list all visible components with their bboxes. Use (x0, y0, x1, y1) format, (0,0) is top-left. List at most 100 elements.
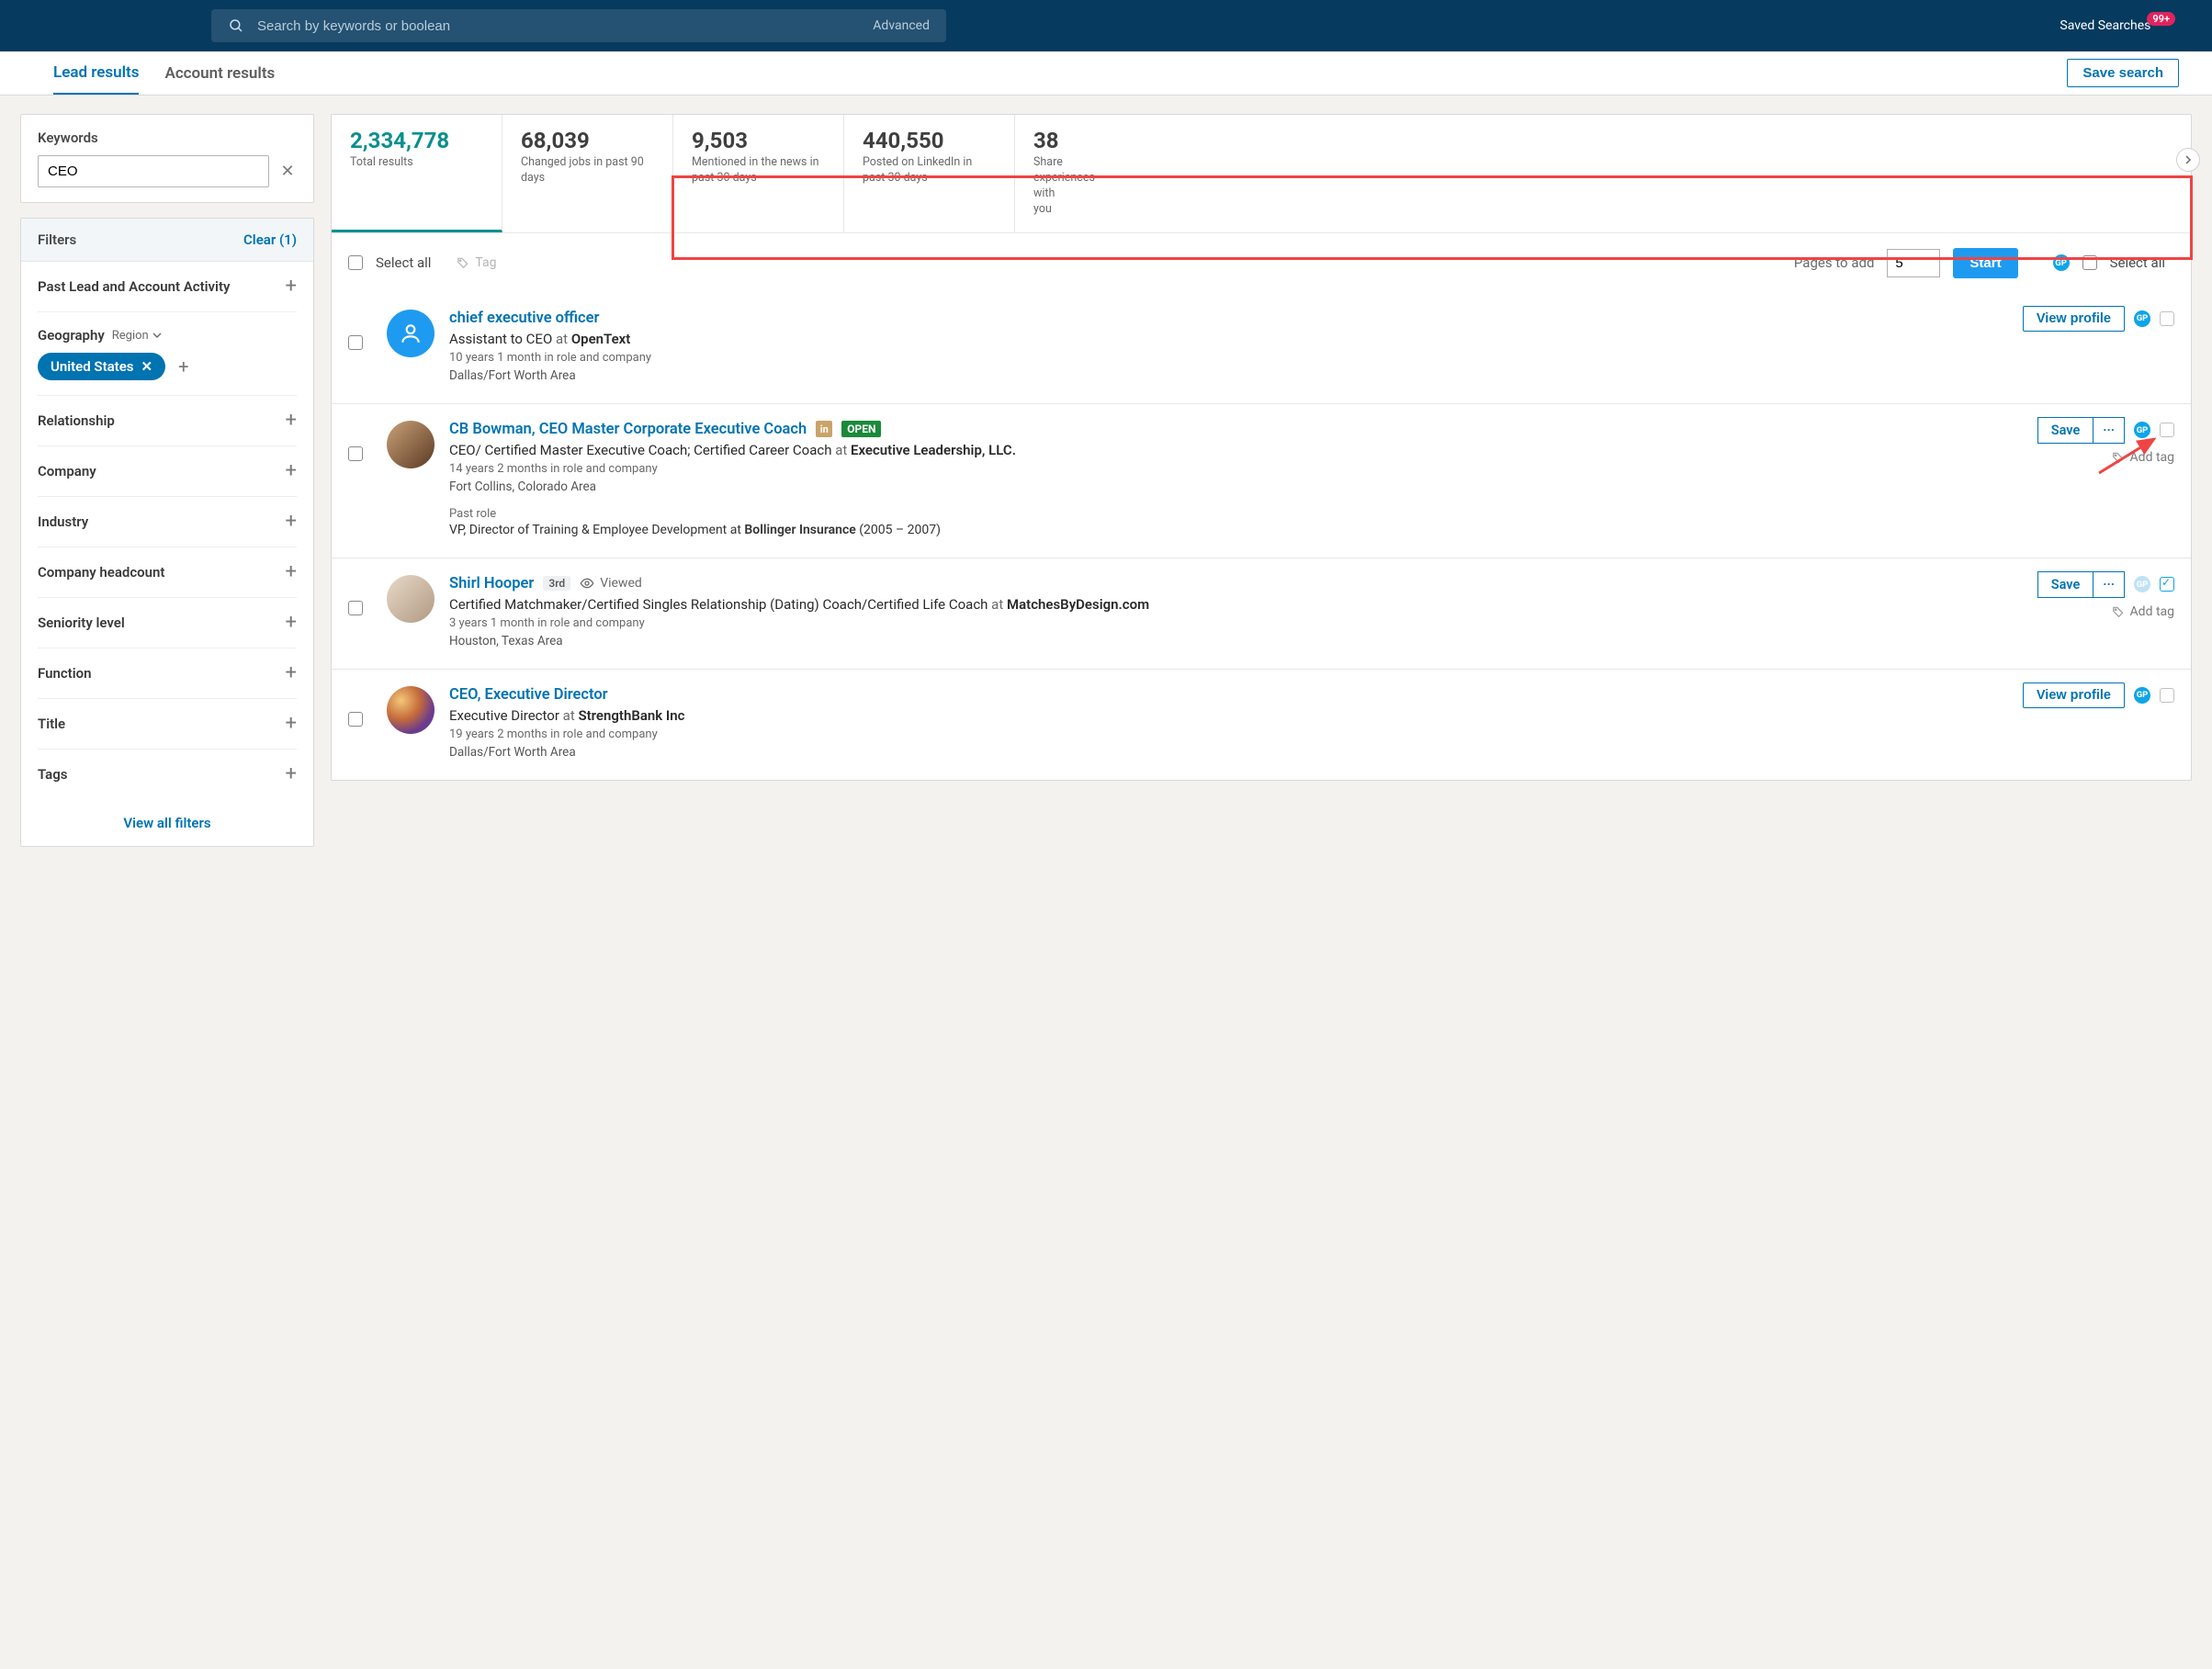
facet-past-activity[interactable]: Past Lead and Account Activity + (38, 262, 297, 312)
result-actions: View profile GP (2023, 306, 2174, 332)
global-search[interactable]: Advanced (211, 9, 946, 42)
result-name-link[interactable]: chief executive officer (449, 310, 599, 327)
result-actions: View profile GP (2023, 682, 2174, 708)
result-select-checkbox[interactable] (2160, 688, 2174, 703)
filters-clear-link[interactable]: Clear (1) (243, 231, 297, 248)
add-tag-button[interactable]: Add tag (2112, 604, 2174, 619)
view-profile-button[interactable]: View profile (2023, 682, 2125, 708)
facet-tags[interactable]: Tags+ (38, 750, 297, 799)
facet-relationship[interactable]: Relationship+ (38, 396, 297, 446)
plus-icon[interactable]: + (286, 663, 297, 683)
result-select-checkbox[interactable] (2160, 577, 2174, 592)
result-headline: CEO/ Certified Master Executive Coach; C… (449, 442, 2174, 458)
facet-label: Industry (38, 513, 88, 530)
tab-account-results[interactable]: Account results (164, 53, 275, 94)
stat-share-exp[interactable]: 38 Share experiences with you (1015, 115, 1079, 232)
global-search-input[interactable] (257, 18, 873, 34)
geography-scope[interactable]: Region (112, 329, 162, 343)
result-avatar[interactable] (387, 575, 434, 623)
gp-badge-icon[interactable]: GP (2134, 687, 2150, 704)
result-checkbox[interactable] (348, 446, 363, 461)
result-checkbox[interactable] (348, 712, 363, 727)
tag-hint-label: Tag (475, 255, 496, 270)
more-actions-button[interactable]: ··· (2093, 571, 2125, 598)
pages-to-add-input[interactable] (1887, 249, 1940, 277)
geography-chip[interactable]: United States ✕ (38, 353, 165, 380)
result-avatar[interactable] (387, 421, 434, 468)
result-name-link[interactable]: Shirl Hooper (449, 575, 534, 592)
ext-select-all-label: Select all (2110, 254, 2165, 271)
stat-total-results[interactable]: 2,334,778 Total results (332, 115, 502, 232)
stat-changed-jobs[interactable]: 68,039 Changed jobs in past 90 days (502, 115, 673, 232)
result-select-checkbox[interactable] (2160, 311, 2174, 326)
plus-icon[interactable]: + (286, 461, 297, 481)
saved-searches-link[interactable]: Saved Searches (2060, 18, 2150, 33)
gp-badge-icon[interactable]: GP (2134, 422, 2150, 438)
facet-company-headcount[interactable]: Company headcount + (38, 547, 297, 598)
facet-label: Seniority level (38, 615, 125, 631)
result-location: Houston, Texas Area (449, 634, 2174, 648)
plus-icon[interactable]: + (286, 411, 297, 431)
saved-searches-badge: 99+ (2147, 12, 2175, 26)
facet-seniority-level[interactable]: Seniority level + (38, 598, 297, 648)
result-checkbox[interactable] (348, 335, 363, 350)
facet-company[interactable]: Company+ (38, 446, 297, 497)
tag-icon (2112, 451, 2125, 464)
stat-label: Share experiences with you (1033, 155, 1061, 218)
geography-add-icon[interactable]: + (178, 355, 188, 378)
select-all-checkbox[interactable] (348, 255, 363, 270)
result-tenure: 14 years 2 months in role and company (449, 462, 2174, 476)
stat-number: 68,039 (521, 128, 654, 153)
facet-title[interactable]: Title+ (38, 699, 297, 750)
select-all-label: Select all (376, 254, 431, 271)
topbar: Advanced Saved Searches 99+ (0, 0, 2212, 51)
facet-label: Company headcount (38, 564, 164, 581)
tab-lead-results[interactable]: Lead results (53, 52, 139, 95)
result-name-link[interactable]: CB Bowman, CEO Master Corporate Executiv… (449, 421, 807, 438)
open-badge: OPEN (841, 421, 881, 437)
advanced-search-link[interactable]: Advanced (873, 18, 930, 33)
result-select-checkbox[interactable] (2160, 423, 2174, 437)
save-button[interactable]: Save (2037, 571, 2094, 598)
view-all-filters-link[interactable]: View all filters (123, 815, 210, 831)
tag-icon (2112, 605, 2125, 618)
gp-badge-icon: GP (2053, 254, 2070, 271)
result-name-link[interactable]: CEO, Executive Director (449, 686, 608, 704)
viewed-indicator: Viewed (580, 576, 642, 591)
stat-mentioned-news[interactable]: 9,503 Mentioned in the news in past 30 d… (673, 115, 844, 232)
keywords-clear-icon[interactable]: ✕ (278, 162, 297, 181)
start-button[interactable]: Start (1953, 248, 2017, 278)
facet-industry[interactable]: Industry + (38, 497, 297, 547)
save-button[interactable]: Save (2037, 417, 2094, 444)
filters-card: Filters Clear (1) Past Lead and Account … (20, 218, 314, 847)
save-search-button[interactable]: Save search (2067, 59, 2179, 87)
result-location: Dallas/Fort Worth Area (449, 368, 2174, 383)
plus-icon[interactable]: + (286, 714, 297, 734)
result-checkbox[interactable] (348, 601, 363, 615)
plus-icon[interactable]: + (286, 764, 297, 784)
view-profile-button[interactable]: View profile (2023, 306, 2125, 332)
results-list: chief executive officerAssistant to CEO … (332, 293, 2191, 780)
chip-remove-icon[interactable]: ✕ (141, 358, 152, 375)
stat-label: Total results (350, 155, 483, 171)
plus-icon[interactable]: + (286, 562, 297, 582)
gp-badge-icon[interactable]: GP (2134, 576, 2150, 592)
result-tenure: 3 years 1 month in role and company (449, 616, 2174, 630)
extension-toolbar: Select all Tag Pages to add Start GP Sel… (332, 232, 2191, 293)
gp-badge-icon[interactable]: GP (2134, 310, 2150, 327)
keywords-input[interactable] (38, 155, 269, 187)
keywords-card: Keywords ✕ (20, 114, 314, 203)
plus-icon[interactable]: + (286, 512, 297, 532)
chevron-down-icon (152, 331, 162, 340)
more-actions-button[interactable]: ··· (2093, 417, 2125, 444)
stats-next-icon[interactable] (2176, 148, 2200, 172)
ext-select-all-checkbox[interactable] (2082, 255, 2097, 270)
plus-icon[interactable]: + (286, 613, 297, 633)
stat-posted-linkedin[interactable]: 440,550 Posted on LinkedIn in past 30 da… (844, 115, 1015, 232)
result-avatar[interactable] (387, 686, 434, 734)
result-avatar[interactable] (387, 310, 434, 357)
facet-geography[interactable]: Geography Region (38, 312, 297, 353)
plus-icon[interactable]: + (286, 276, 297, 297)
add-tag-button[interactable]: Add tag (2112, 450, 2174, 465)
facet-function[interactable]: Function+ (38, 648, 297, 699)
